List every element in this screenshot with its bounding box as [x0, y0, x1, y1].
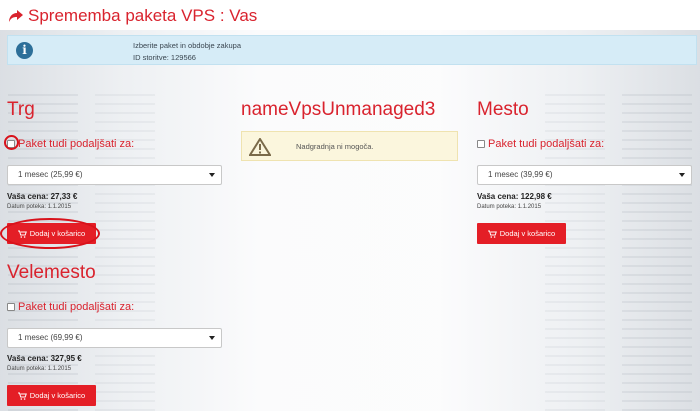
info-icon: i [16, 42, 33, 59]
extend-option-trg: Paket tudi podaljšati za: [7, 138, 134, 150]
package-title-velemesto: Velemesto [7, 262, 96, 283]
add-to-cart-label: Dodaj v košarico [499, 229, 556, 238]
price-mesto: Vaša cena: 122,98 € [477, 192, 552, 201]
extend-label: Paket tudi podaljšati za: [18, 138, 135, 150]
chevron-down-icon [679, 173, 685, 177]
add-to-cart-button-trg[interactable]: Dodaj v košarico [7, 223, 96, 244]
period-select-value: 1 mesec (69,99 €) [18, 333, 83, 342]
price-value: 327,95 € [50, 354, 82, 363]
server-rack-decoration [622, 90, 692, 411]
price-label: Vaša cena: [7, 354, 49, 363]
cart-icon [487, 230, 497, 238]
expiry-date-trg: Datum poteka: 1.1.2015 [7, 204, 72, 210]
service-id: ID storitve: 129566 [133, 53, 196, 62]
price-velemesto: Vaša cena: 327,95 € [7, 354, 82, 363]
page-title: Sprememba paketa VPS : Vas [28, 6, 258, 25]
chevron-down-icon [209, 173, 215, 177]
price-label: Vaša cena: [7, 192, 49, 201]
add-to-cart-button-mesto[interactable]: Dodaj v košarico [477, 223, 566, 244]
cart-icon [17, 230, 27, 238]
page-header: Sprememba paketa VPS : Vas [0, 0, 700, 30]
price-trg: Vaša cena: 27,33 € [7, 192, 77, 201]
period-select-value: 1 mesec (25,99 €) [18, 170, 83, 179]
extend-checkbox-mesto[interactable] [477, 140, 485, 148]
price-value: 122,98 € [520, 192, 552, 201]
package-title-current: nameVpsUnmanaged3 [241, 99, 436, 120]
package-title-trg: Trg [7, 99, 35, 120]
expiry-date-velemesto: Datum poteka: 1.1.2015 [7, 366, 72, 372]
extend-option-mesto: Paket tudi podaljšati za: [477, 138, 604, 150]
add-to-cart-label: Dodaj v košarico [29, 229, 86, 238]
package-title-mesto: Mesto [477, 99, 529, 120]
extend-label: Paket tudi podaljšati za: [18, 301, 135, 313]
info-alert: i Izberite paket in obdobje zakupa ID st… [7, 35, 697, 65]
expiry-date-mesto: Datum poteka: 1.1.2015 [477, 204, 542, 210]
warning-triangle-icon [249, 138, 271, 156]
add-to-cart-button-velemesto[interactable]: Dodaj v košarico [7, 385, 96, 406]
extend-label: Paket tudi podaljšati za: [488, 138, 605, 150]
extend-checkbox-trg[interactable] [7, 140, 15, 148]
info-instruction: Izberite paket in obdobje zakupa [133, 41, 241, 50]
share-arrow-icon [9, 10, 23, 22]
price-label: Vaša cena: [477, 192, 519, 201]
period-select-trg[interactable]: 1 mesec (25,99 €) [7, 165, 222, 185]
warning-text: Nadgradnja ni mogoča. [296, 142, 374, 151]
extend-option-velemesto: Paket tudi podaljšati za: [7, 301, 134, 313]
period-select-velemesto[interactable]: 1 mesec (69,99 €) [7, 328, 222, 348]
add-to-cart-label: Dodaj v košarico [29, 391, 86, 400]
period-select-value: 1 mesec (39,99 €) [488, 170, 553, 179]
period-select-mesto[interactable]: 1 mesec (39,99 €) [477, 165, 692, 185]
chevron-down-icon [209, 336, 215, 340]
price-value: 27,33 € [50, 192, 78, 201]
extend-checkbox-velemesto[interactable] [7, 303, 15, 311]
cart-icon [17, 392, 27, 400]
warning-alert: Nadgradnja ni mogoča. [241, 131, 458, 161]
